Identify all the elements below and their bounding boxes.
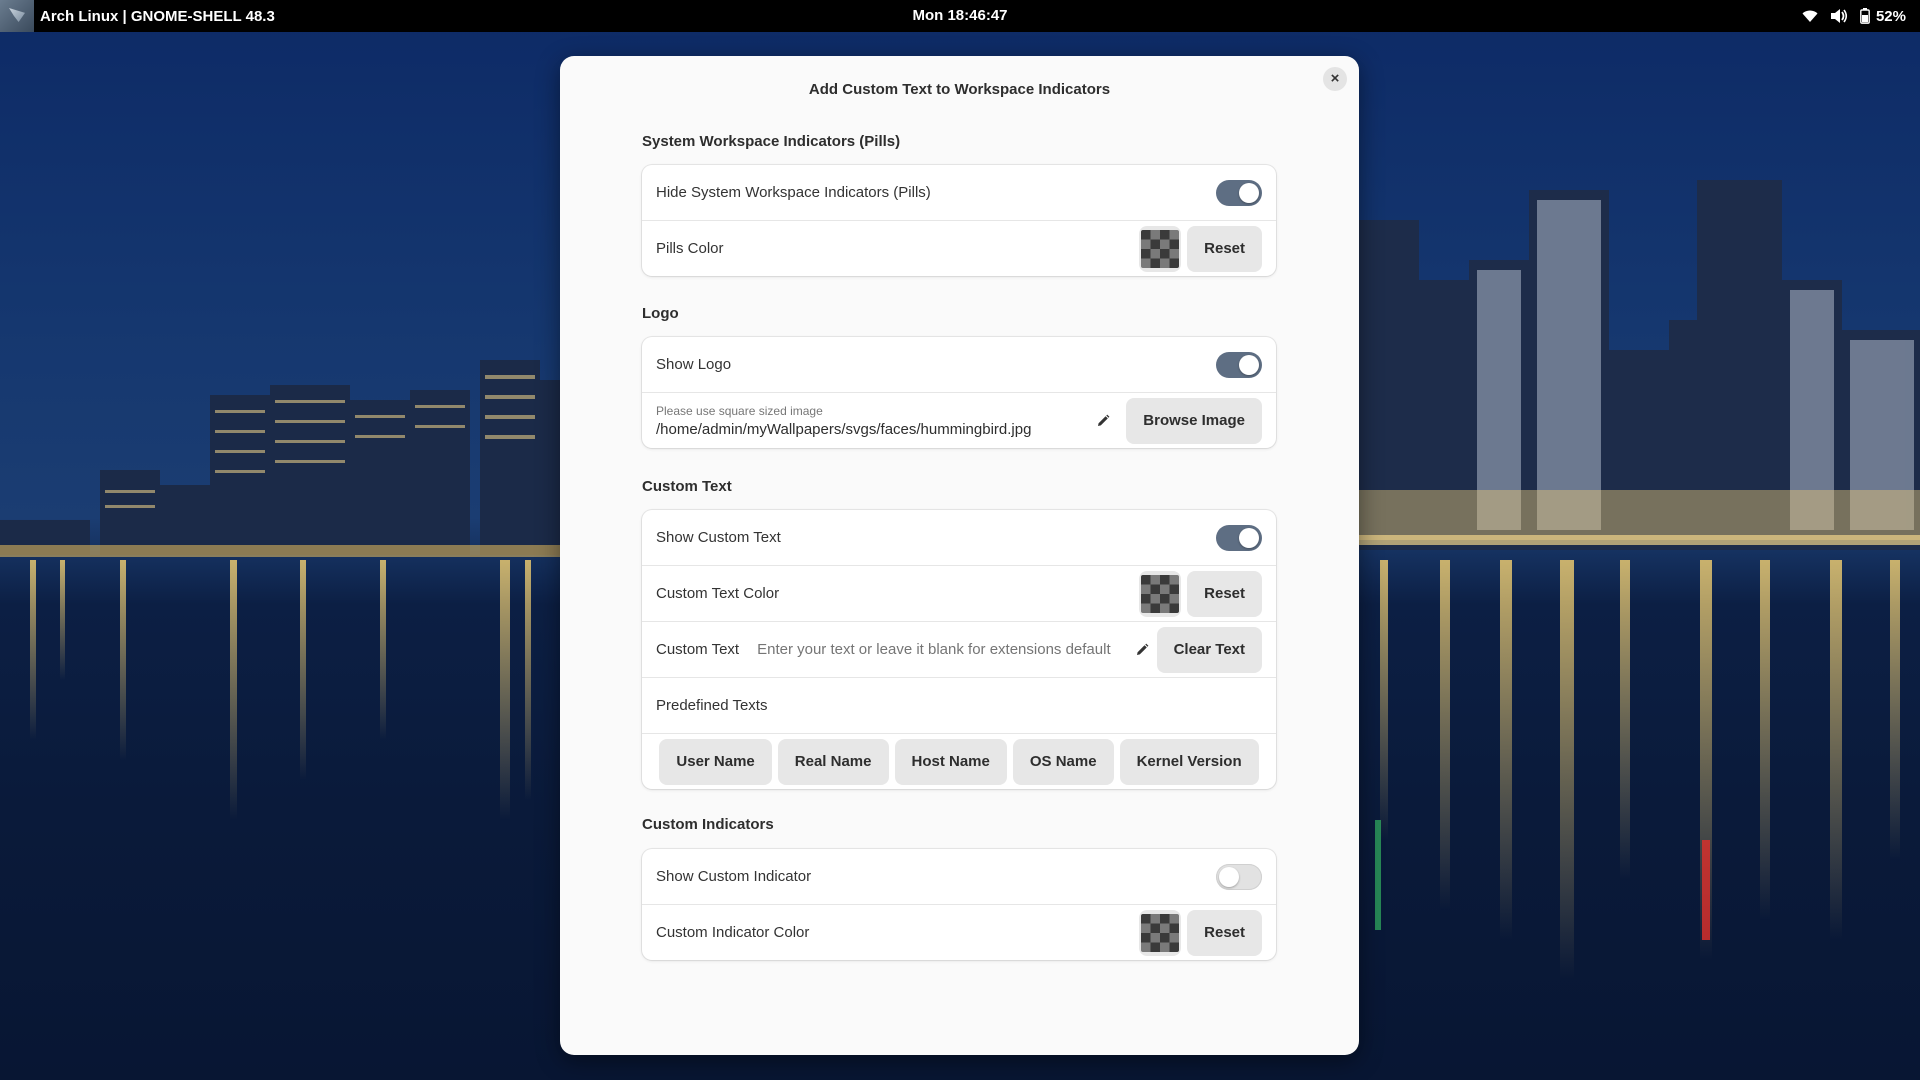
top-bar-clock[interactable]: Mon 18:46:47: [0, 0, 1920, 32]
row-predefined-texts: Predefined Texts: [642, 678, 1276, 734]
hide-pills-label: Hide System Workspace Indicators (Pills): [656, 184, 931, 201]
edit-pencil-icon[interactable]: [1088, 406, 1118, 436]
row-show-custom-indicator[interactable]: Show Custom Indicator: [642, 849, 1276, 905]
hide-pills-toggle[interactable]: [1216, 179, 1262, 206]
show-custom-indicator-toggle[interactable]: [1216, 863, 1262, 890]
custom-indicator-color-label: Custom Indicator Color: [656, 924, 810, 941]
top-bar-app-name: Arch Linux | GNOME-SHELL 48.3: [40, 7, 275, 25]
row-logo-path: Please use square sized image /home/admi…: [642, 393, 1276, 448]
predefined-host-name-button[interactable]: Host Name: [894, 738, 1007, 785]
row-show-custom-text[interactable]: Show Custom Text: [642, 510, 1276, 566]
predefined-user-name-button[interactable]: User Name: [659, 738, 772, 785]
section-title-custom-text: Custom Text: [642, 478, 732, 495]
close-button[interactable]: ×: [1323, 67, 1347, 91]
battery-icon: [1860, 8, 1870, 24]
show-custom-text-label: Show Custom Text: [656, 529, 781, 546]
logo-path-value: /home/admin/myWallpapers/svgs/faces/humm…: [656, 420, 1032, 438]
row-pills-color: Pills Color Reset: [642, 221, 1276, 276]
row-custom-text-color: Custom Text Color Reset: [642, 566, 1276, 622]
dialog-title: Add Custom Text to Workspace Indicators: [808, 81, 1111, 98]
row-custom-indicator-color: Custom Indicator Color Reset: [642, 905, 1276, 960]
activities-area[interactable]: Arch Linux | GNOME-SHELL 48.3: [0, 0, 275, 32]
volume-icon: [1830, 8, 1848, 24]
hummingbird-logo-icon: [0, 0, 34, 32]
section-title-pills: System Workspace Indicators (Pills): [642, 133, 901, 150]
custom-text-color-reset-button[interactable]: Reset: [1187, 570, 1262, 617]
group-pills: Hide System Workspace Indicators (Pills)…: [642, 165, 1276, 276]
predefined-real-name-button[interactable]: Real Name: [777, 738, 889, 785]
show-logo-toggle[interactable]: [1216, 351, 1262, 378]
custom-text-input[interactable]: [757, 641, 1131, 658]
show-custom-indicator-label: Show Custom Indicator: [656, 868, 812, 885]
section-title-custom-indicators: Custom Indicators: [642, 816, 774, 833]
custom-indicator-color-reset-button[interactable]: Reset: [1187, 909, 1262, 956]
custom-text-label: Custom Text: [656, 641, 740, 658]
row-custom-text-entry: Custom Text Clear Text: [642, 622, 1276, 678]
group-custom-text: Show Custom Text Custom Text Color Reset…: [642, 510, 1276, 789]
predefined-os-name-button[interactable]: OS Name: [1012, 738, 1114, 785]
pills-color-reset-button[interactable]: Reset: [1187, 225, 1262, 272]
system-status-area[interactable]: 52%: [1802, 0, 1906, 32]
transparent-swatch-icon: [1141, 574, 1180, 613]
wifi-icon: [1802, 9, 1818, 23]
custom-indicator-color-button[interactable]: [1139, 909, 1182, 956]
edit-pencil-icon[interactable]: [1131, 635, 1153, 665]
predefined-kernel-version-button[interactable]: Kernel Version: [1119, 738, 1259, 785]
section-title-logo: Logo: [642, 305, 679, 322]
show-logo-label: Show Logo: [656, 356, 732, 373]
battery-percentage: 52%: [1875, 7, 1906, 25]
logo-path-hint: Please use square sized image: [656, 403, 823, 418]
top-bar: Arch Linux | GNOME-SHELL 48.3 Mon 18:46:…: [0, 0, 1920, 32]
clear-text-button[interactable]: Clear Text: [1156, 626, 1262, 673]
logo-path-field[interactable]: Please use square sized image /home/admi…: [656, 404, 1031, 438]
transparent-swatch-icon: [1141, 913, 1180, 952]
predefined-texts-buttons: User Name Real Name Host Name OS Name Ke…: [642, 734, 1276, 789]
pills-color-button[interactable]: [1139, 225, 1182, 272]
show-custom-text-toggle[interactable]: [1216, 524, 1262, 551]
transparent-swatch-icon: [1141, 229, 1180, 268]
custom-text-color-label: Custom Text Color: [656, 585, 780, 602]
pills-color-label: Pills Color: [656, 240, 724, 257]
row-show-logo[interactable]: Show Logo: [642, 337, 1276, 393]
group-logo: Show Logo Please use square sized image …: [642, 337, 1276, 448]
preferences-dialog: Add Custom Text to Workspace Indicators …: [560, 56, 1359, 1055]
predefined-texts-label: Predefined Texts: [656, 697, 768, 714]
custom-text-color-button[interactable]: [1139, 570, 1182, 617]
row-hide-pills[interactable]: Hide System Workspace Indicators (Pills): [642, 165, 1276, 221]
close-icon: ×: [1330, 70, 1340, 87]
browse-image-button[interactable]: Browse Image: [1126, 397, 1262, 444]
group-custom-indicators: Show Custom Indicator Custom Indicator C…: [642, 849, 1276, 960]
